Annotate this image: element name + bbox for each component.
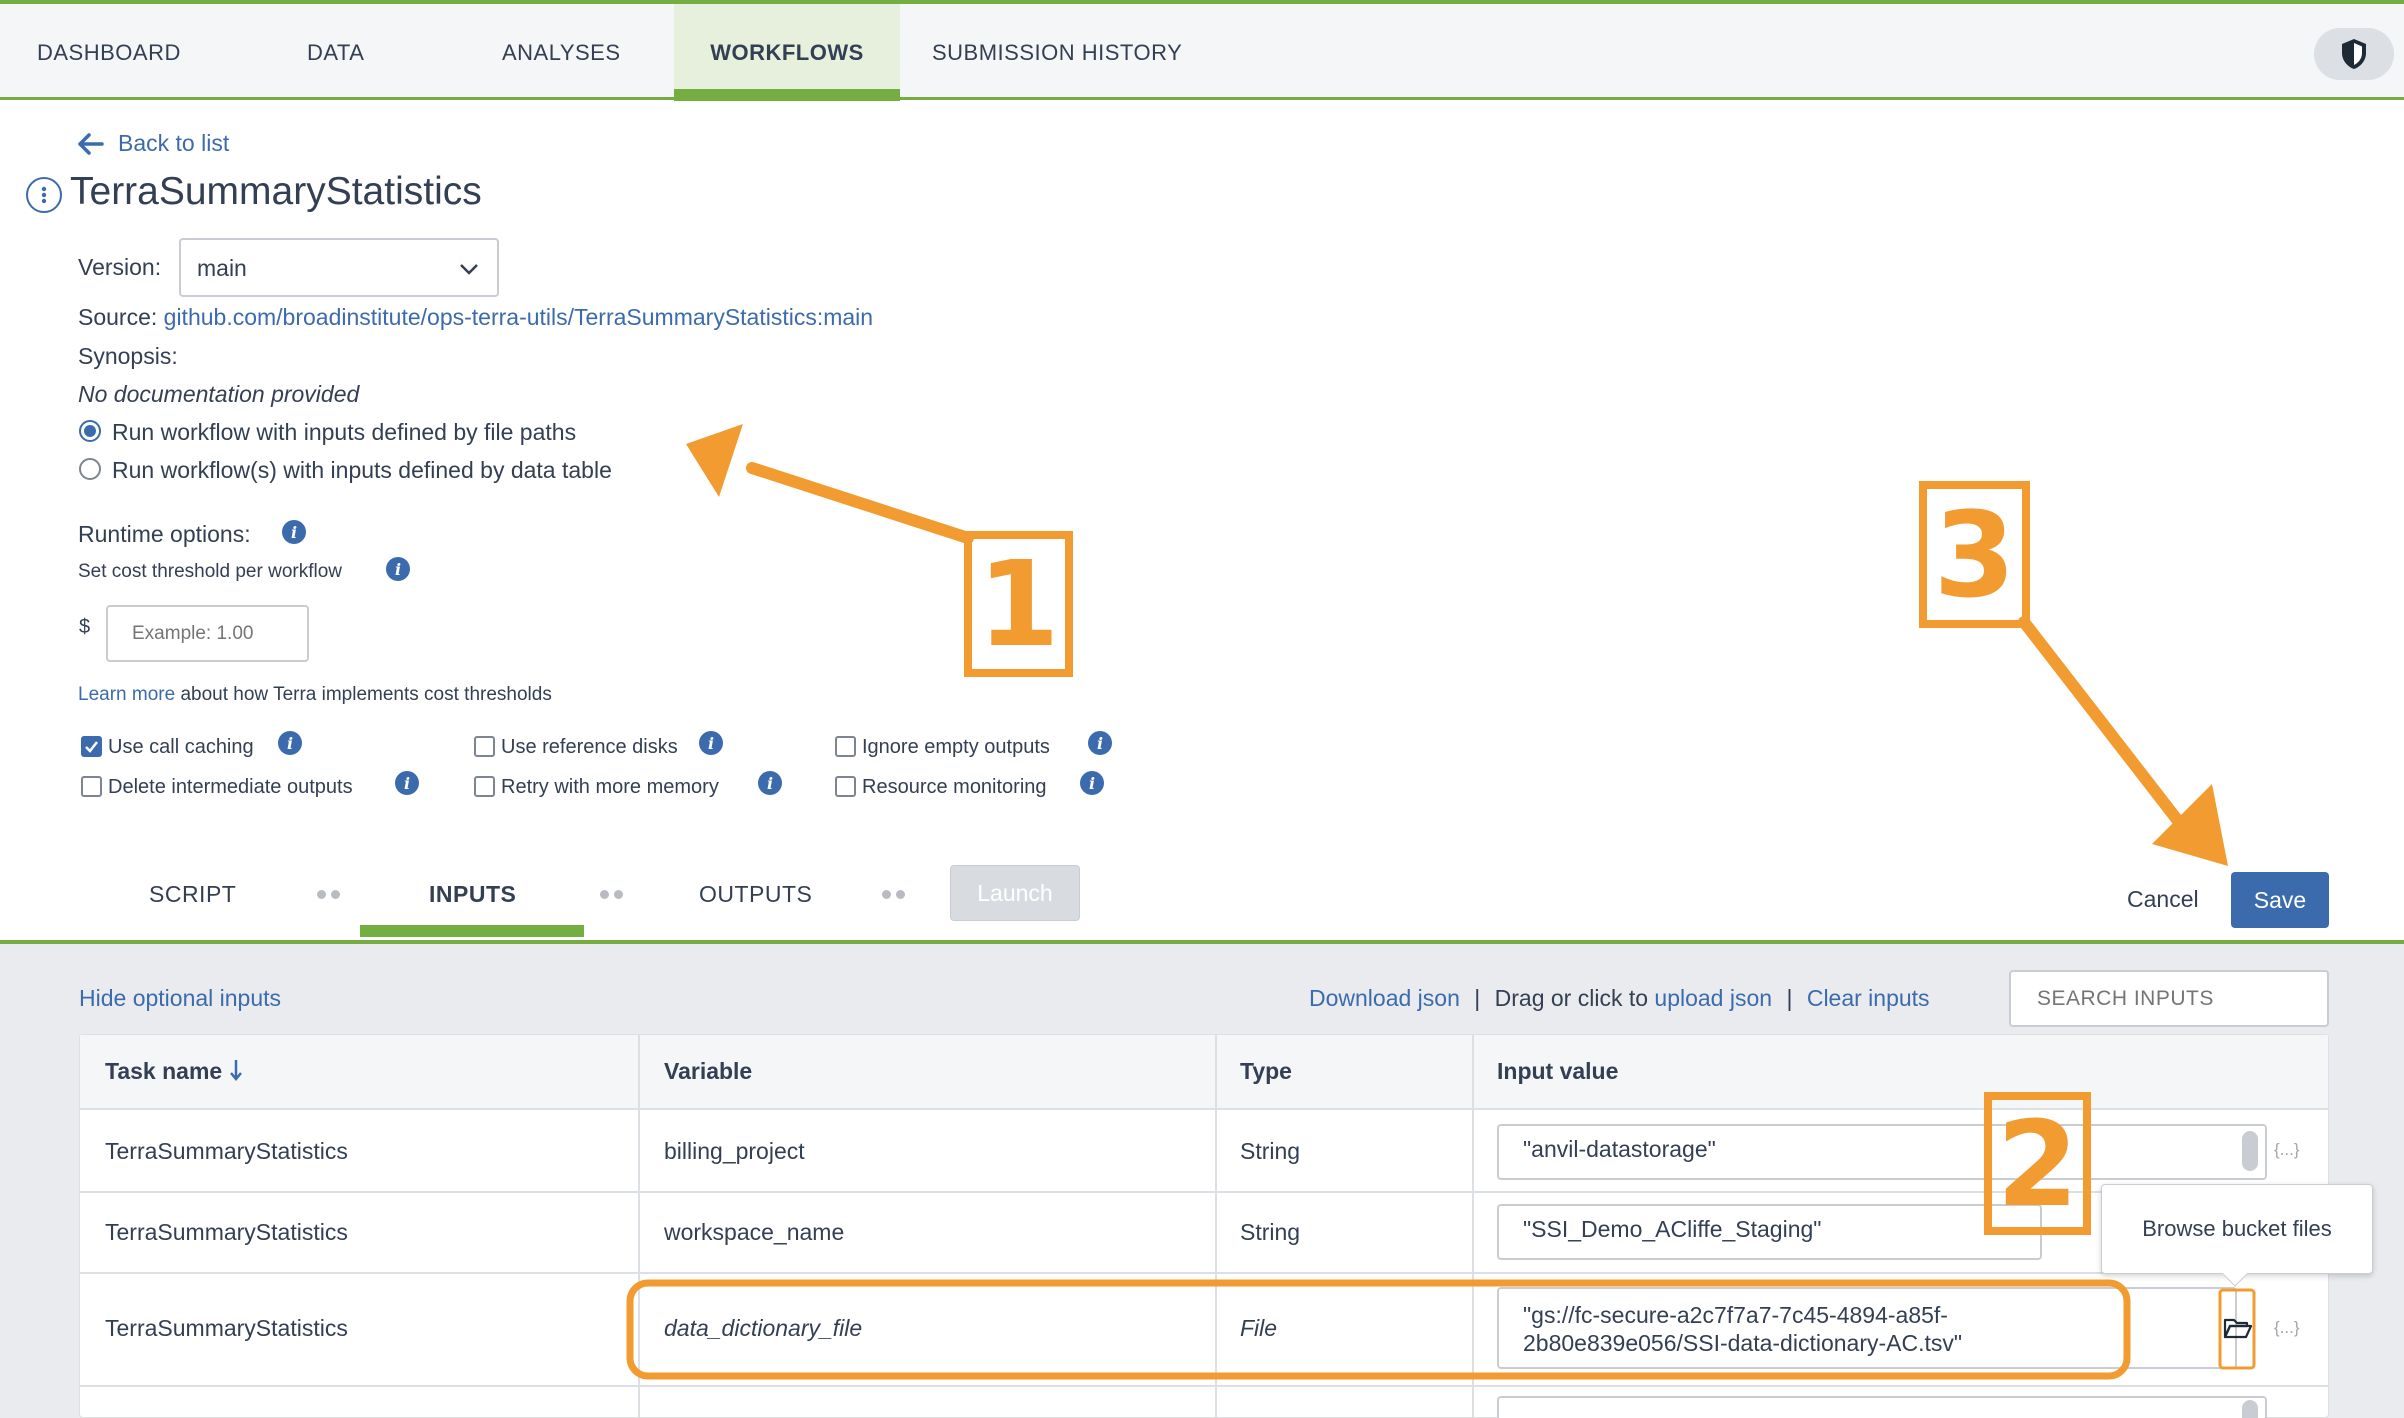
annotation-number-1: 1 [964, 531, 1073, 677]
arrow-1-line [746, 462, 974, 544]
annotation-number-3: 3 [1919, 481, 2030, 628]
highlight-browse-button [2218, 1288, 2256, 1370]
annotation-number-2: 2 [1984, 1092, 2091, 1235]
highlight-data-dictionary-row [626, 1279, 2131, 1380]
arrow-3-line [2018, 616, 2188, 832]
arrow-1-head [686, 424, 743, 497]
